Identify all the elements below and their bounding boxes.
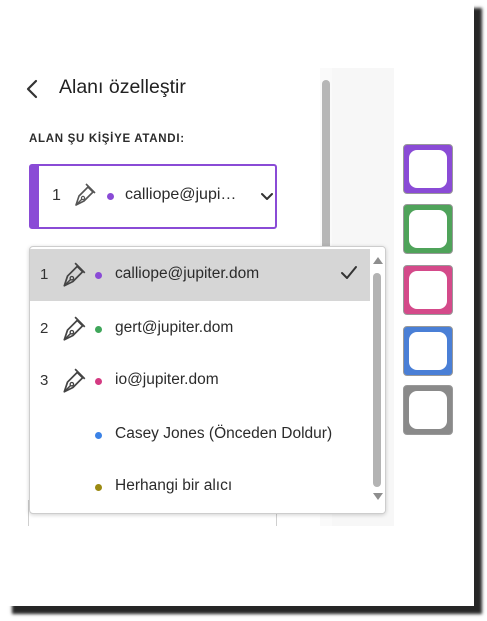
back-arrow-icon[interactable] [22,78,44,100]
recipient-color-dot [95,484,102,491]
recipient-color-dot [95,326,102,333]
picker-email: calliope@jupi… [125,186,237,203]
swatch-inner [409,391,447,429]
option-label: calliope@jupiter.dom [115,265,260,282]
color-swatch-blue[interactable] [403,326,453,376]
dropdown-scrollbar-thumb[interactable] [373,273,381,487]
option-label: gert@jupiter.dom [115,319,234,336]
option-number: 1 [40,266,49,283]
assignee-picker[interactable]: 1 calliope@jupi… [29,164,277,229]
assignee-dropdown-menu: 1 calliope@jupiter.dom 2 gert@jupiter.dom 3 i… [29,246,386,514]
swatch-inner [409,271,447,309]
color-swatch-pink[interactable] [403,265,453,315]
scroll-down-arrow-icon[interactable] [373,493,383,500]
swatch-inner [409,150,447,188]
dropdown-option[interactable]: Herhangi bir alıcı [30,461,370,513]
pen-icon [63,316,86,341]
dropdown-option[interactable]: 2 gert@jupiter.dom [30,303,370,355]
pen-icon [63,262,86,287]
option-number: 2 [40,320,49,337]
color-swatch-green[interactable] [403,204,453,254]
checkmark-icon [341,266,357,279]
recipient-color-dot [95,272,102,279]
chevron-down-icon [261,193,273,200]
pen-icon [63,368,86,393]
dropdown-option[interactable]: 3 io@jupiter.dom [30,355,370,407]
dropdown-option[interactable]: Casey Jones (Önceden Doldur) [30,409,370,461]
option-number: 3 [40,372,49,389]
option-label: Herhangi bir alıcı [115,477,233,494]
panel-scrollbar-thumb[interactable] [322,80,330,250]
swatch-inner [409,332,447,370]
pen-icon [75,183,96,206]
recipient-color-dot [95,432,102,439]
scroll-up-arrow-icon[interactable] [373,257,383,264]
picker-number: 1 [52,187,61,204]
option-label: io@jupiter.dom [115,371,219,388]
recipient-color-dot [95,378,102,385]
panel-title: Alanı özelleştir [59,76,186,98]
assignee-color-dot [107,193,114,200]
swatch-inner [409,210,447,248]
color-swatch-purple[interactable] [403,144,453,194]
assigned-to-label: ALAN ŞU KİŞİYE ATANDI: [29,133,185,145]
option-label: Casey Jones (Önceden Doldur) [115,425,333,442]
dropdown-option[interactable]: 1 calliope@jupiter.dom [30,249,370,301]
color-swatch-gray[interactable] [403,385,453,435]
